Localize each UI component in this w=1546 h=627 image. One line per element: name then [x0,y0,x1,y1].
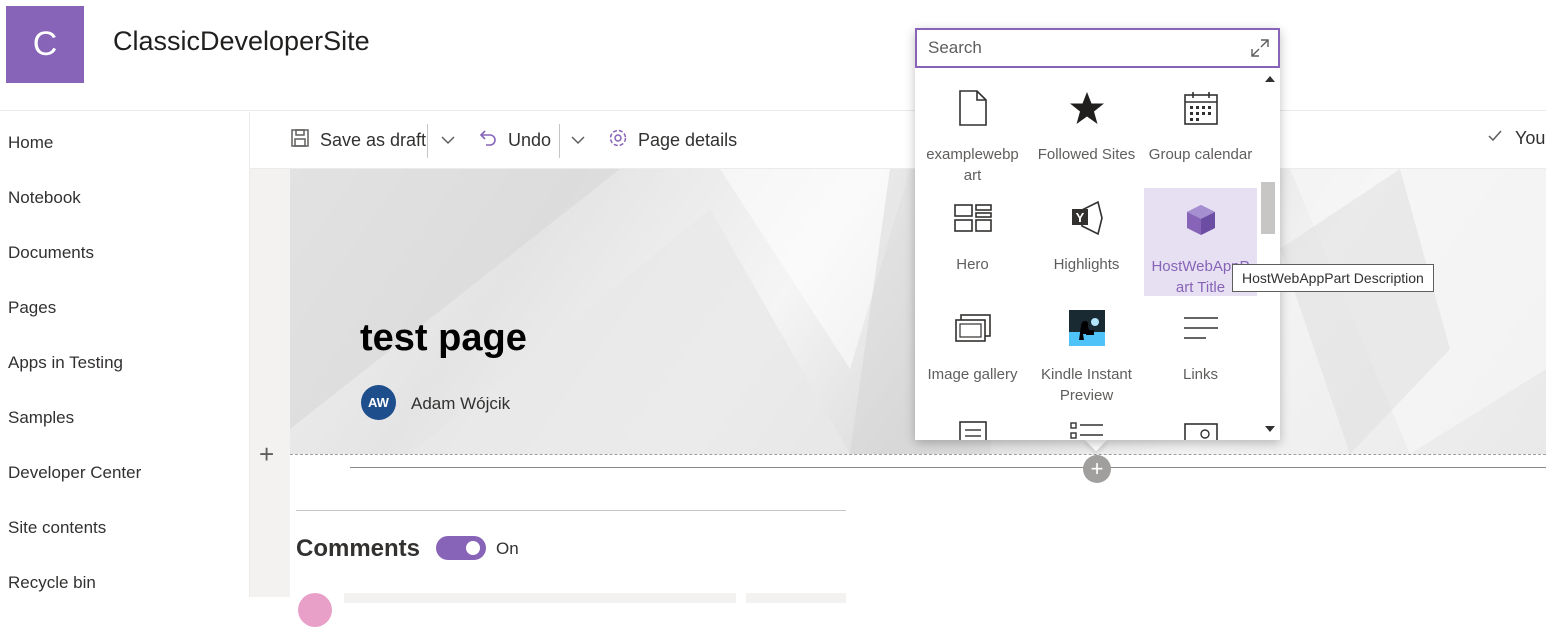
toolbox-scrollbar[interactable] [1259,68,1279,440]
comments-toggle-label: On [496,539,519,558]
toolbar-divider [559,124,560,158]
nav-item-pages[interactable]: Pages [8,298,56,318]
nav-item-site-contents[interactable]: Site contents [8,518,106,538]
hero-layout-icon [916,194,1029,242]
star-icon [1030,84,1143,132]
save-as-draft-button[interactable]: Save as draft [290,128,426,153]
tile-hero[interactable]: Hero [916,186,1029,294]
calendar-icon [1144,84,1257,132]
toolbar-divider [427,124,428,158]
page-details-label: Page details [638,130,738,150]
page-title[interactable]: test page [360,317,527,360]
svg-text:Y: Y [1075,210,1084,225]
commenter-avatar [298,593,332,627]
tile-links[interactable]: Links [1144,296,1257,404]
save-status-label: You [1515,128,1546,148]
undo-button[interactable]: Undo [478,128,551,153]
save-status: You [1487,128,1545,149]
insert-line [350,467,1546,468]
scroll-thumb[interactable] [1261,182,1275,234]
list-bullets-icon [1030,414,1143,440]
tile-label: Highlights [1053,256,1120,273]
comments-heading: Comments [296,535,421,562]
list-icon [916,414,1029,440]
save-as-draft-label: Save as draft [320,130,427,150]
add-webpart-button[interactable]: + [1083,455,1111,483]
webpart-tooltip: HostWebAppPart Description [1232,264,1434,292]
tile-label: Links [1182,366,1219,383]
tile-list-properties[interactable] [1030,406,1143,440]
search-input[interactable] [926,37,1230,59]
tile-image-settings[interactable] [1144,406,1257,440]
site-logo[interactable]: C [6,6,84,83]
tile-label: examplewebp art [926,146,1019,184]
site-title[interactable]: ClassicDeveloperSite [113,26,370,57]
tile-label: Kindle Instant Preview [1041,366,1132,404]
toggle-knob [466,541,480,555]
nav-item-recycle-bin[interactable]: Recycle bin [8,573,96,593]
section-boundary [290,454,1546,455]
tile-image-gallery[interactable]: Image gallery [916,296,1029,404]
tile-kindle-instant-preview[interactable]: Kindle Instant Preview [1030,296,1143,404]
tile-label: Image gallery [927,366,1018,383]
webpart-toolbox: examplewebp art Followed Sites Group cal… [915,28,1280,440]
undo-label: Undo [508,130,552,150]
addin-cube-icon [1144,196,1257,244]
tile-list[interactable] [916,406,1029,440]
tile-group-calendar[interactable]: Group calendar [1144,76,1257,184]
nav-item-developer-center[interactable]: Developer Center [8,463,141,483]
document-icon [916,84,1029,132]
image-settings-icon [1144,414,1257,440]
chevron-down-icon[interactable] [570,132,586,153]
tile-label: Followed Sites [1037,146,1136,163]
tile-label: Hero [956,256,989,273]
tile-followed-sites[interactable]: Followed Sites [1030,76,1143,184]
chevron-down-icon[interactable] [440,132,456,153]
checkmark-icon [1487,128,1503,149]
kindle-icon [1030,304,1143,352]
comment-input[interactable] [344,593,736,603]
gear-icon [608,128,628,153]
tile-highlights[interactable]: Y Highlights [1030,186,1143,294]
canvas-gutter [250,169,290,597]
comment-post-button[interactable] [746,593,846,603]
yammer-highlights-icon: Y [1030,194,1143,242]
page-details-button[interactable]: Page details [608,128,737,153]
nav-item-home[interactable]: Home [8,133,53,153]
comments-toggle[interactable] [436,536,486,560]
add-section-button[interactable]: + [259,441,274,467]
command-bar: Save as draft Undo Page details [250,112,1546,169]
nav-item-samples[interactable]: Samples [8,408,74,428]
left-navigation: Home Notebook Documents Pages Apps in Te… [0,112,250,597]
links-icon [1144,304,1257,352]
author-avatar: AW [361,385,396,420]
expand-icon[interactable] [1250,38,1270,63]
image-gallery-icon [916,304,1029,352]
nav-item-apps-in-testing[interactable]: Apps in Testing [8,353,123,373]
nav-item-notebook[interactable]: Notebook [8,188,81,208]
author-name[interactable]: Adam Wójcik [411,394,510,414]
toolbox-search [915,28,1280,68]
comments-divider [296,510,846,511]
save-icon [290,128,310,153]
tile-label: Group calendar [1148,146,1253,163]
undo-icon [478,128,498,153]
scroll-up-arrow-icon[interactable] [1265,76,1275,82]
header-divider [0,110,1546,111]
tile-examplewebpart[interactable]: examplewebp art [916,76,1029,184]
scroll-down-arrow-icon[interactable] [1265,426,1275,432]
nav-item-documents[interactable]: Documents [8,243,94,263]
